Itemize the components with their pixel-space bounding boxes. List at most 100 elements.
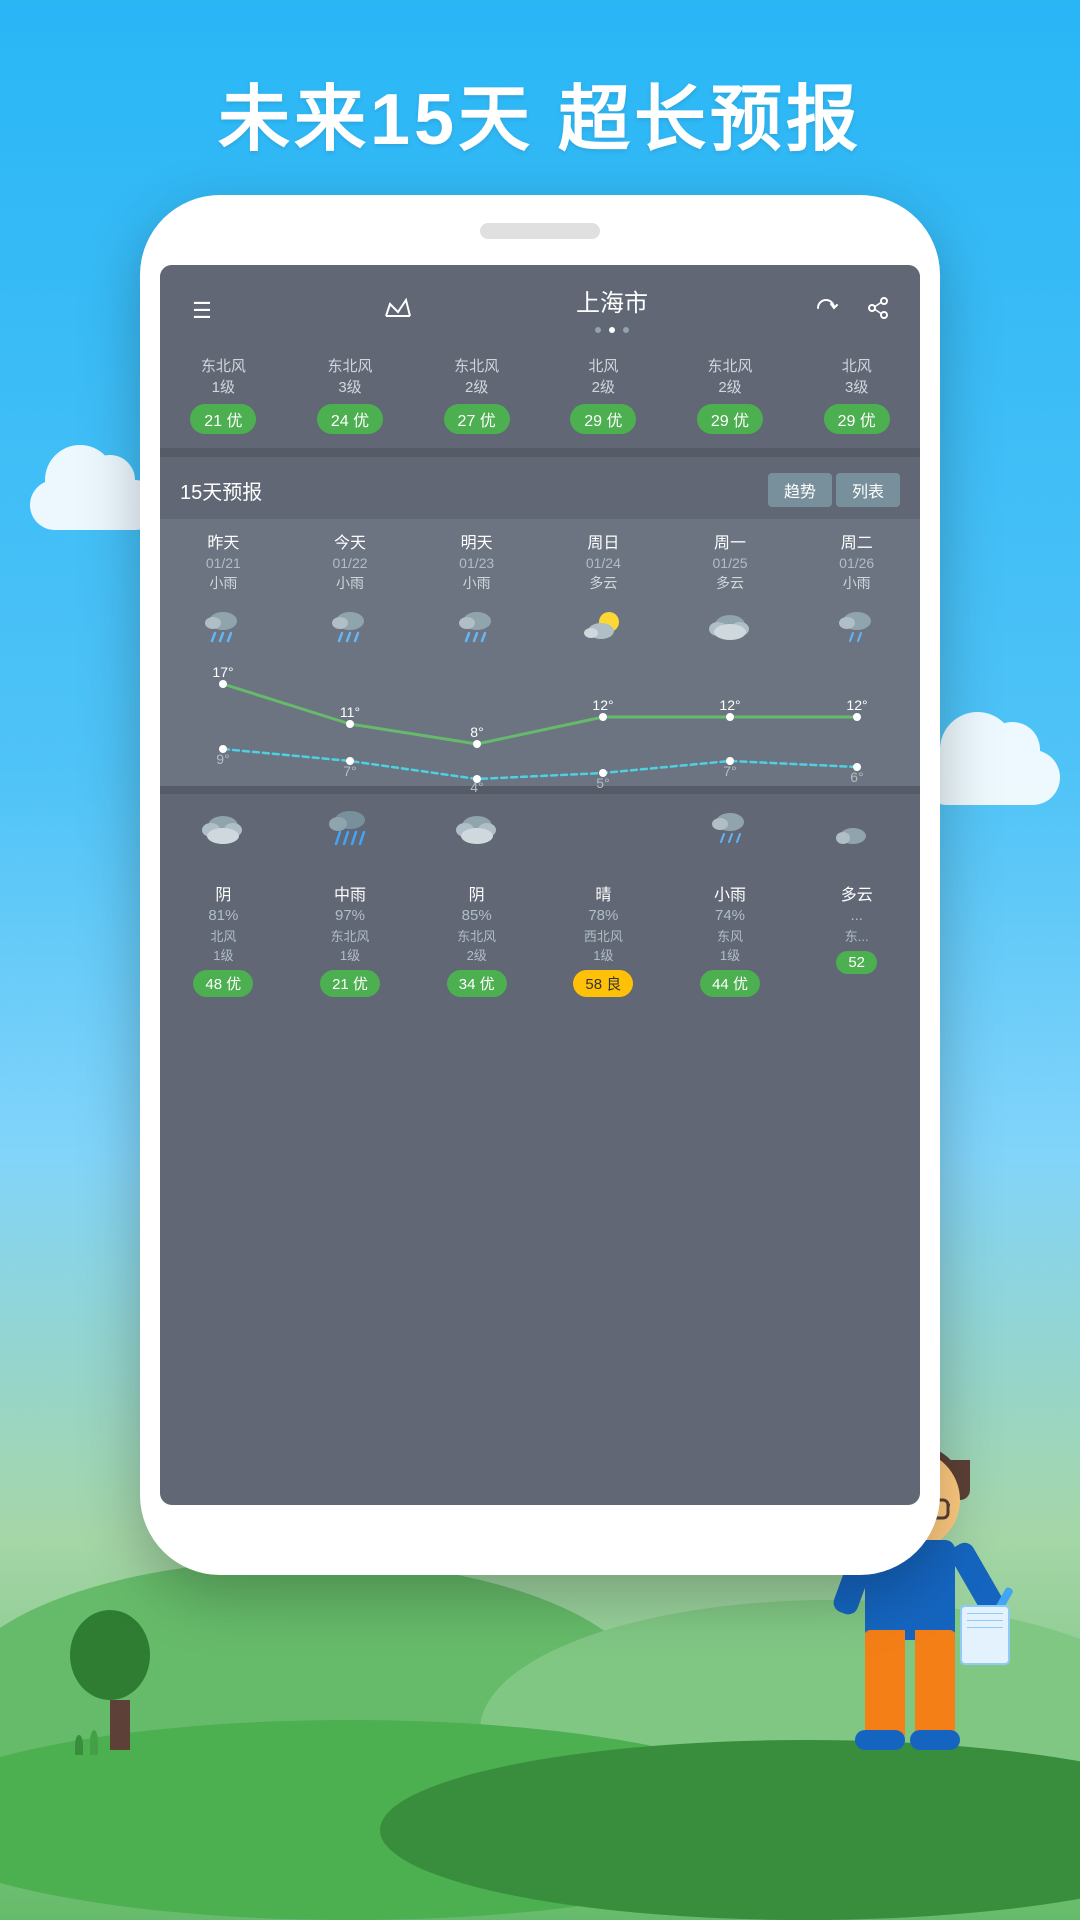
forecast-title: 15天预报	[180, 476, 262, 505]
day-name-4: 周一	[667, 529, 794, 553]
light-rain-icon-4	[706, 808, 754, 848]
aq-wind-5: 北风3级	[793, 356, 920, 398]
bw-col-2: 阴 85% 东北风2级 34 优	[413, 873, 540, 997]
day-col-2: 明天 01/23 小雨	[413, 529, 540, 593]
wi-col-0	[160, 607, 287, 652]
day-name-1: 今天	[287, 529, 414, 553]
bw-badge-0: 48 优	[193, 970, 253, 997]
bw-percent-5: ...	[793, 907, 920, 924]
bwi-col-3	[540, 808, 667, 853]
bw-col-0: 阴 81% 北风1级 48 优	[160, 873, 287, 997]
refresh-icon[interactable]	[808, 296, 844, 326]
tree-grass2	[90, 1730, 98, 1755]
partly-cloudy-icon	[579, 607, 627, 647]
bw-col-5: 多云 ... 东... 52	[793, 873, 920, 997]
svg-text:12°: 12°	[719, 697, 740, 713]
day-name-2: 明天	[413, 529, 540, 553]
crown-icon	[380, 296, 416, 326]
bwi-col-1	[287, 808, 414, 853]
city-block: 上海市	[576, 283, 648, 338]
aq-badge-3: 29 优	[570, 404, 636, 434]
bw-badge-5: 52	[836, 951, 877, 974]
bw-wind-3: 西北风1级	[540, 926, 667, 964]
svg-text:17°: 17°	[212, 664, 233, 680]
menu-icon[interactable]: ☰	[184, 298, 220, 324]
bw-col-4: 小雨 74% 东风1级 44 优	[667, 873, 794, 997]
forecast-tabs: 趋势 列表	[764, 473, 900, 507]
wi-col-1	[287, 607, 414, 652]
share-icon[interactable]	[860, 296, 896, 326]
phone-frame: ☰ 上海市	[140, 195, 940, 1575]
svg-text:7°: 7°	[343, 763, 356, 779]
dot-3	[623, 327, 629, 333]
bw-type-4: 小雨	[667, 881, 794, 905]
refresh-svg	[814, 296, 838, 320]
aq-wind-1: 东北风3级	[287, 356, 414, 398]
tree-trunk	[110, 1700, 130, 1750]
bw-percent-1: 97%	[287, 907, 414, 924]
bw-type-2: 阴	[413, 881, 540, 905]
aq-wind-2: 东北风2级	[413, 356, 540, 398]
wi-col-4	[667, 607, 794, 652]
day-date-2: 01/23	[413, 555, 540, 571]
top-bar: ☰ 上海市	[160, 265, 920, 348]
char-pants-right	[915, 1630, 955, 1740]
svg-text:9°: 9°	[216, 751, 229, 767]
tree-top	[70, 1610, 150, 1700]
aq-col-1: 东北风3级 24 优	[287, 356, 414, 434]
forecast-header: 15天预报 趋势 列表	[160, 457, 920, 519]
char-notepad	[960, 1605, 1010, 1665]
day-date-0: 01/21	[160, 555, 287, 571]
light-rain-icon	[833, 607, 881, 647]
svg-text:4°: 4°	[470, 779, 483, 794]
tree-grass	[75, 1735, 83, 1755]
day-col-1: 今天 01/22 小雨	[287, 529, 414, 593]
phone-screen: ☰ 上海市	[160, 265, 920, 1505]
svg-text:6°: 6°	[850, 769, 863, 785]
city-name: 上海市	[576, 283, 648, 318]
tab-trend[interactable]: 趋势	[768, 473, 832, 507]
share-svg	[866, 296, 890, 320]
char-shoe-left	[855, 1730, 905, 1750]
page-title: 未来15天 超长预报	[0, 60, 1080, 165]
aq-badge-4: 29 优	[697, 404, 763, 434]
day-weather-3: 多云	[540, 573, 667, 593]
day-date-5: 01/26	[793, 555, 920, 571]
bottom-icons-row	[160, 794, 920, 857]
wi-col-5	[793, 607, 920, 652]
aq-row: 东北风1级 21 优 东北风3级 24 优 东北风2级 27 优 北风2级 29…	[160, 348, 920, 449]
bwi-col-0	[160, 808, 287, 853]
tab-list[interactable]: 列表	[836, 473, 900, 507]
char-pants-left	[865, 1630, 905, 1740]
partly-cloudy-night-icon	[833, 808, 881, 848]
svg-text:11°: 11°	[340, 704, 360, 720]
day-weather-4: 多云	[667, 573, 794, 593]
rain-icon-0	[199, 607, 247, 647]
day-name-5: 周二	[793, 529, 920, 553]
rain-icon-2	[453, 607, 501, 647]
svg-text:12°: 12°	[592, 697, 613, 713]
day-weather-1: 小雨	[287, 573, 414, 593]
day-date-4: 01/25	[667, 555, 794, 571]
aq-wind-4: 东北风2级	[667, 356, 794, 398]
bw-badge-4: 44 优	[700, 970, 760, 997]
bwi-col-4	[667, 808, 794, 853]
aq-badge-2: 27 优	[444, 404, 510, 434]
wi-col-3	[540, 607, 667, 652]
aq-col-3: 北风2级 29 优	[540, 356, 667, 434]
aq-col-4: 东北风2级 29 优	[667, 356, 794, 434]
svg-text:8°: 8°	[470, 724, 483, 740]
bw-wind-5: 东...	[793, 926, 920, 945]
bw-wind-0: 北风1级	[160, 926, 287, 964]
dot-2	[609, 327, 615, 333]
bw-type-0: 阴	[160, 881, 287, 905]
city-dots	[576, 320, 648, 338]
moon-icon	[579, 808, 627, 848]
bottom-weather-row: 阴 81% 北风1级 48 优 中雨 97% 东北风1级 21 优 阴 85% …	[160, 857, 920, 1005]
rain-icon-1	[326, 607, 374, 647]
bw-type-1: 中雨	[287, 881, 414, 905]
weather-icons-row	[160, 601, 920, 656]
day-weather-5: 小雨	[793, 573, 920, 593]
temp-chart-svg: 17° 11° 8° 12° 12° 12° 9° 7° 4° 5° 7° 6°	[160, 664, 920, 794]
day-name-0: 昨天	[160, 529, 287, 553]
